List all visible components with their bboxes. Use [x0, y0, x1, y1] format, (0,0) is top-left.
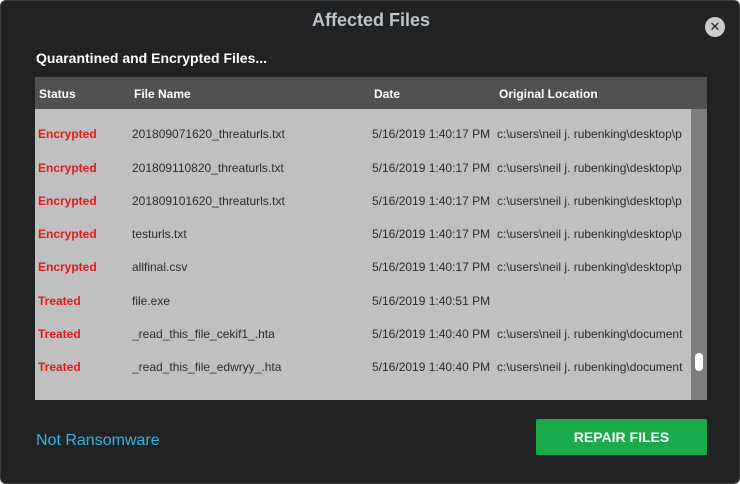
affected-files-dialog: Affected Files ✕ Quarantined and Encrypt…: [0, 0, 740, 484]
row-file-name: file.exe: [132, 293, 171, 308]
table-header: Status File Name Date Original Location: [35, 77, 707, 109]
row-file-name: 201809101620_threaturls.txt: [132, 193, 285, 208]
table-row[interactable]: Encrypted allfinal.csv 5/16/2019 1:40:17 P…: [35, 251, 691, 284]
row-status: Encrypted: [38, 127, 97, 142]
row-date: 5/16/2019 1:40:17 PM: [372, 127, 491, 142]
table-row[interactable]: Encrypted 201809101620_threaturls.txt 5/16…: [35, 185, 691, 218]
column-header-date[interactable]: Date: [374, 87, 400, 101]
row-original-location: c:\users\neil j. rubenking\document: [497, 327, 683, 342]
table-row[interactable]: Treated _read_this_file_cekif1_.hta 5/16/2…: [35, 318, 691, 351]
row-file-name: 201809110820_threaturls.txt: [132, 160, 284, 175]
row-status: Encrypted: [38, 193, 97, 208]
table-row[interactable]: Encrypted 201809071620_threaturls.txt 5/16…: [35, 118, 691, 151]
files-table: Status File Name Date Original Location …: [35, 77, 707, 400]
row-date: 5/16/2019 1:40:17 PM: [372, 193, 491, 208]
table-row[interactable]: Treated file.exe 5/16/2019 1:40:51 PM: [35, 285, 691, 318]
row-date: 5/16/2019 1:40:40 PM: [372, 327, 491, 342]
row-status: Treated: [38, 360, 81, 375]
row-date: 5/16/2019 1:40:17 PM: [372, 260, 491, 275]
row-original-location: c:\users\neil j. rubenking\desktop\p: [497, 193, 682, 208]
dialog-subtitle: Quarantined and Encrypted Files...: [36, 50, 268, 66]
row-date: 5/16/2019 1:40:51 PM: [372, 293, 491, 308]
table-row[interactable]: Encrypted testurls.txt 5/16/2019 1:40:17 P…: [35, 218, 691, 251]
column-header-file-name[interactable]: File Name: [134, 87, 191, 101]
row-status: Encrypted: [38, 227, 97, 242]
row-file-name: allfinal.csv: [132, 260, 188, 275]
row-date: 5/16/2019 1:40:17 PM: [372, 227, 491, 242]
row-date: 5/16/2019 1:40:40 PM: [372, 360, 491, 375]
table-row[interactable]: Treated _read_this_file_edwryy_.hta 5/16/2…: [35, 351, 691, 384]
close-icon[interactable]: ✕: [705, 17, 725, 37]
dialog-title: Affected Files: [311, 10, 431, 30]
row-file-name: testurls.txt: [132, 227, 187, 242]
column-header-original-location[interactable]: Original Location: [499, 87, 598, 101]
row-original-location: c:\users\neil j. rubenking\document: [497, 360, 683, 375]
row-file-name: _read_this_file_edwryy_.hta: [132, 360, 282, 375]
repair-files-button[interactable]: REPAIR FILES: [536, 419, 707, 455]
row-status: Treated: [38, 293, 81, 308]
not-ransomware-link[interactable]: Not Ransomware: [36, 432, 160, 450]
table-row[interactable]: Encrypted 201809110820_threaturls.txt 5/16…: [35, 152, 691, 185]
table-body: Encryptedthe-users.docx5/16/2019 1:40:17…: [35, 85, 691, 385]
row-status: Encrypted: [38, 160, 97, 175]
scroll-thumb[interactable]: [695, 353, 703, 371]
vertical-scrollbar[interactable]: [691, 109, 707, 400]
column-header-status[interactable]: Status: [39, 87, 76, 101]
row-original-location: c:\users\neil j. rubenking\desktop\p: [497, 127, 682, 142]
row-file-name: 201809071620_threaturls.txt: [132, 127, 285, 142]
row-original-location: c:\users\neil j. rubenking\desktop\p: [497, 160, 682, 175]
row-original-location: c:\users\neil j. rubenking\desktop\p: [497, 227, 682, 242]
row-date: 5/16/2019 1:40:17 PM: [372, 160, 491, 175]
row-status: Encrypted: [38, 260, 97, 275]
row-status: Treated: [38, 327, 81, 342]
row-original-location: c:\users\neil j. rubenking\desktop\p: [497, 260, 682, 275]
row-file-name: _read_this_file_cekif1_.hta: [132, 327, 275, 342]
